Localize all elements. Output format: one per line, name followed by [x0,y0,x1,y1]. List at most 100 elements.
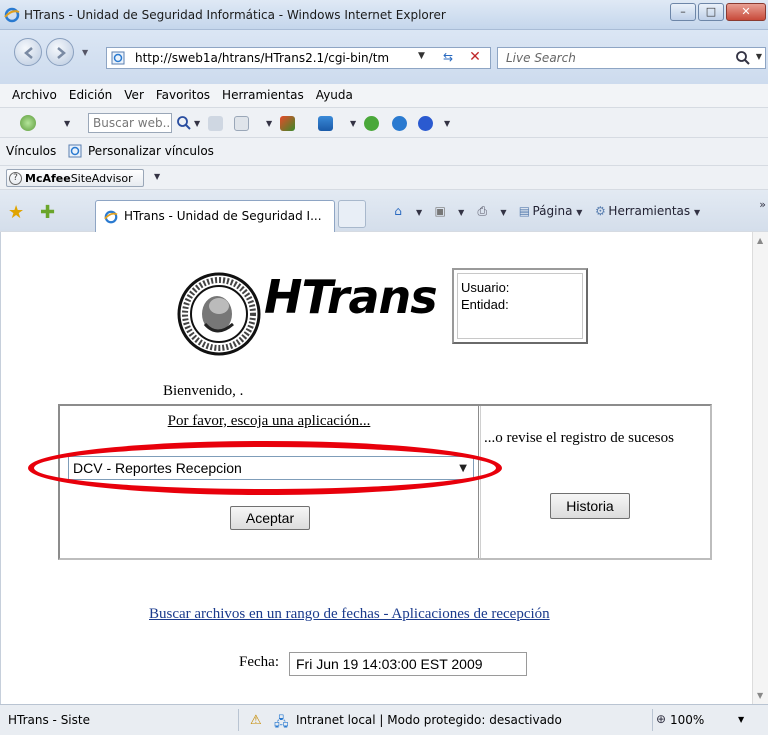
stop-icon[interactable]: ✕ [465,49,485,67]
url-text[interactable]: http://sweb1a/htrans/HTrans2.1/cgi-bin/t… [135,51,389,65]
back-arrow-icon [24,47,33,59]
bank-seal-logo [177,272,261,356]
toolbar-news-icon[interactable] [318,116,333,131]
date-range-search-link[interactable]: Buscar archivos en un rango de fechas - … [149,606,550,623]
favorites-star-icon[interactable]: ★ [8,202,24,223]
tools-dropdown-icon[interactable]: ▼ [694,208,700,217]
siteadvisor-bar: ? McAfeeSiteAdvisor ▼ [0,166,768,190]
siteadvisor-dropdown-icon[interactable]: ▼ [154,172,160,181]
toolbar-mail-icon[interactable] [234,116,249,131]
page-menu-label[interactable]: Página [532,204,572,218]
toolbar-search-placeholder[interactable]: Buscar web.. [93,116,170,130]
toolbar-help-icon[interactable] [418,116,433,131]
intranet-zone-icon: 🖧 [274,715,289,730]
search-options-icon[interactable]: ▼ [756,52,762,61]
panel-divider [478,406,481,558]
links-bar: Vínculos Personalizar vínculos [0,138,768,166]
zoom-dropdown-icon[interactable]: ▼ [738,715,744,724]
menu-herramientas[interactable]: Herramientas [216,84,310,107]
prompt-text: Por favor, escoja una aplicación... [167,413,371,429]
address-bar[interactable]: http://sweb1a/htrans/HTrans2.1/cgi-bin/t… [106,47,491,69]
ie-page-icon [111,51,125,65]
toolbar-info-icon[interactable] [392,116,407,131]
search-toolbar: ▼ Buscar web.. ▼ ▼ ▼ ▼ [0,108,768,138]
toolbar-dropdown2-icon[interactable]: ▼ [350,119,356,128]
tools-menu-label[interactable]: Herramientas [608,204,690,218]
status-bar: HTrans - Siste ⚠ 🖧 Intranet local | Modo… [0,704,768,735]
links-label: Vínculos [6,144,57,158]
toolbar-search-icon[interactable] [176,115,192,131]
toolbar-search-dropdown-icon[interactable]: ▼ [194,119,200,128]
toolbar-tool-icon[interactable] [208,116,223,131]
forward-arrow-icon [57,47,66,59]
tab-label[interactable]: HTrans - Unidad de Seguridad I... [124,209,322,223]
toolbar-search-input[interactable]: Buscar web.. [88,113,172,133]
menu-ayuda[interactable]: Ayuda [310,84,359,107]
siteadvisor-question-icon: ? [9,172,22,185]
feeds-icon[interactable]: ▣ [432,204,448,220]
security-warning-icon[interactable]: ⚠ [250,713,262,728]
toolbar-more-icon[interactable]: ▼ [444,119,450,128]
menu-ver[interactable]: Ver [118,84,150,107]
page-menu[interactable]: ▤ Página ▼ [516,204,583,220]
print-icon[interactable]: ⎙ [474,204,490,220]
toolbar-dropdown-icon[interactable]: ▼ [266,119,272,128]
scroll-down-icon[interactable]: ▼ [757,691,763,700]
siteadvisor-product: SiteAdvisor [70,172,133,185]
toolbar-colorful-icon[interactable] [280,116,295,131]
date-field-value[interactable]: Fri Jun 19 14:03:00 EST 2009 [296,656,483,672]
menu-edicion[interactable]: Edición [63,84,118,107]
live-search-box[interactable]: Live Search ▼ [497,47,766,69]
siteadvisor-button[interactable]: ? McAfeeSiteAdvisor [6,169,144,187]
user-info-box: Usuario: Entidad: [452,268,588,344]
highlight-ellipse [28,441,502,495]
scroll-up-icon[interactable]: ▲ [757,236,763,245]
date-field[interactable]: Fri Jun 19 14:03:00 EST 2009 [289,652,527,676]
navigation-bar: ▼ http://sweb1a/htrans/HTrans2.1/cgi-bin… [0,30,768,84]
back-button[interactable] [14,38,42,66]
tools-menu[interactable]: ⚙ Herramientas ▼ [592,204,700,220]
tab-htrans[interactable]: HTrans - Unidad de Seguridad I... [95,200,335,232]
feeds-dropdown-icon[interactable]: ▼ [458,208,464,217]
welcome-text: Bienvenido, . [163,383,244,399]
address-dropdown-icon[interactable]: ▼ [418,51,425,61]
search-placeholder[interactable]: Live Search [506,51,576,65]
zoom-level[interactable]: 100% [670,713,704,727]
vertical-scrollbar[interactable]: ▲ ▼ [752,232,768,704]
htrans-logo: HTrans [264,270,438,324]
zoom-magnifier-icon: ⊕ [656,712,667,726]
security-zone-text[interactable]: Intranet local | Modo protegido: desacti… [296,713,562,727]
accept-button[interactable]: Aceptar [230,506,310,530]
title-bar: HTrans - Unidad de Seguridad Informática… [0,0,768,30]
refresh-icon[interactable]: ⇆ [437,50,459,66]
choose-application-prompt: Por favor, escoja una aplicación... [60,413,478,430]
new-tab-button[interactable] [338,200,366,228]
history-button[interactable]: Historia [550,493,630,519]
page-dropdown-icon[interactable]: ▼ [576,208,582,217]
status-text: HTrans - Siste [8,713,90,727]
add-favorites-icon[interactable]: ✚ [40,202,55,223]
close-window-button[interactable]: ✕ [726,3,766,21]
siteadvisor-brand: McAfee [25,172,71,185]
toolbar-menu-dropdown-icon[interactable]: ▼ [64,119,70,128]
toolbar-logo-icon[interactable] [20,115,36,131]
home-dropdown-icon[interactable]: ▼ [416,208,422,217]
minimize-icon: – [680,5,686,18]
entity-label: Entidad: [461,297,509,312]
toolbar-add-icon[interactable] [364,116,379,131]
more-tools-chevron-icon[interactable]: » [759,198,766,211]
tab-ie-icon [104,210,118,224]
customize-links-link[interactable]: Personalizar vínculos [88,144,214,158]
menu-favoritos[interactable]: Favoritos [150,84,216,107]
gear-icon: ⚙ [595,204,606,218]
menu-bar: Archivo Edición Ver Favoritos Herramient… [0,84,768,108]
print-dropdown-icon[interactable]: ▼ [500,208,506,217]
forward-button[interactable] [46,38,74,66]
menu-archivo[interactable]: Archivo [6,84,63,107]
home-icon[interactable]: ⌂ [390,204,406,220]
search-icon[interactable] [735,50,751,66]
history-dropdown-icon[interactable]: ▼ [82,48,88,57]
minimize-button[interactable]: – [670,3,696,21]
maximize-icon: □ [705,5,717,18]
maximize-button[interactable]: □ [698,3,724,21]
